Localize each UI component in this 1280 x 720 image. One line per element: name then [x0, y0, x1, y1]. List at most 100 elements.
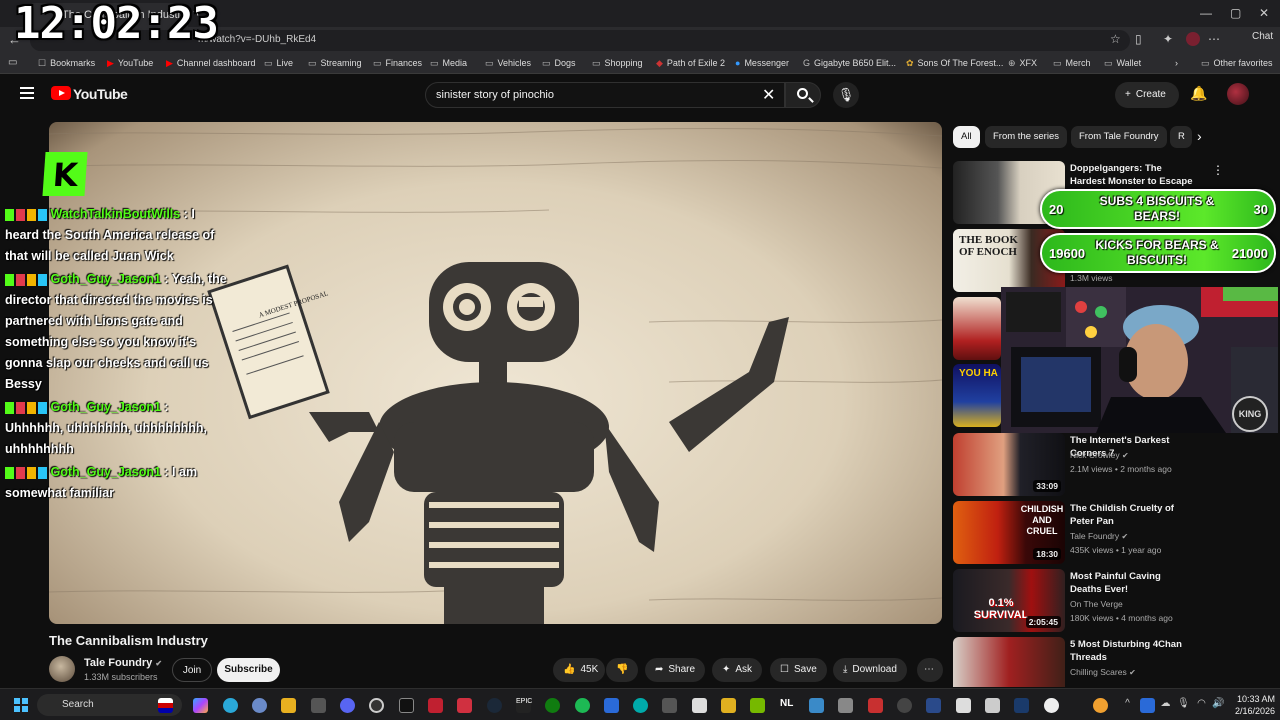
taskbar-clock[interactable]: 10:33 AM 2/16/2026	[1230, 693, 1275, 717]
bookmark-item[interactable]: ▶ Channel dashboard	[166, 58, 255, 69]
recommended-video[interactable]: 0.1% SURVIVAL 2:05:45 Most Painful Cavin…	[953, 569, 1271, 633]
epic-games-icon[interactable]: EPIC	[516, 698, 532, 713]
recommended-video[interactable]: 5 Most Disturbing 4Chan Threads Chilling…	[953, 637, 1271, 687]
video-thumbnail[interactable]	[953, 297, 1001, 360]
file-explorer-icon[interactable]	[281, 698, 296, 713]
extensions-icon[interactable]: ✦	[1163, 32, 1173, 46]
video-thumbnail[interactable]: 0.1% SURVIVAL 2:05:45	[953, 569, 1065, 632]
bookmark-item[interactable]: ▶ YouTube	[107, 58, 153, 69]
chip-from-series[interactable]: From the series	[985, 126, 1067, 148]
bookmark-item[interactable]: ⊕ XFX	[1008, 58, 1037, 69]
subscribe-button[interactable]: Subscribe	[217, 658, 280, 682]
search-button[interactable]	[785, 82, 821, 108]
clear-search-icon[interactable]: ✕	[762, 85, 775, 105]
join-button[interactable]: Join	[172, 658, 212, 682]
bookmark-folder[interactable]: ▭ Shopping	[592, 58, 643, 69]
app-icon[interactable]	[956, 698, 971, 713]
edge-browser-icon[interactable]	[223, 698, 238, 713]
close-window-icon[interactable]: ✕	[1259, 6, 1269, 20]
download-button[interactable]: ⤓ Download	[833, 658, 907, 682]
bookmark-folder[interactable]: ▭ Other favorites	[1201, 58, 1273, 69]
video-thumbnail[interactable]: CHILDISH AND CRUEL 18:30	[953, 501, 1065, 564]
bookmark-folder[interactable]: ▭ Live	[264, 58, 293, 69]
chip-all[interactable]: All	[953, 126, 980, 148]
xbox-icon[interactable]	[545, 698, 560, 713]
network-icon[interactable]: ☁	[1158, 698, 1173, 713]
chevron-right-icon[interactable]: ›	[1197, 128, 1202, 144]
more-icon[interactable]: ⋯	[1208, 32, 1220, 46]
app-icon[interactable]	[428, 698, 443, 713]
app-icon[interactable]	[633, 698, 648, 713]
ask-button[interactable]: ✦ Ask	[712, 658, 763, 682]
bookmark-folder[interactable]: ▭ Merch	[1053, 58, 1091, 69]
youtube-logo-text[interactable]: YouTube	[73, 86, 128, 102]
save-button[interactable]: ☐ Save	[770, 658, 827, 682]
bookmark-folder[interactable]: ▭ Finances	[373, 58, 422, 69]
app-icon[interactable]	[692, 698, 707, 713]
tray-chevron-icon[interactable]: ^	[1120, 698, 1135, 713]
app-icon[interactable]	[662, 698, 677, 713]
wifi-icon[interactable]: ◠	[1194, 698, 1209, 713]
windows-start-icon[interactable]	[14, 698, 28, 712]
share-button[interactable]: ➦ Share	[645, 658, 706, 682]
copilot-icon[interactable]	[193, 698, 208, 713]
video-thumbnail[interactable]: YOU HA	[953, 364, 1001, 427]
steam-icon[interactable]	[487, 698, 502, 713]
bookmark-folder[interactable]: ▭ Vehicles	[485, 58, 531, 69]
rec-channel[interactable]: Chilling Scares ✔	[1070, 667, 1136, 677]
notifications-bell-icon[interactable]: 🔔	[1190, 85, 1207, 102]
tab-actions-icon[interactable]: ▭	[8, 57, 17, 68]
dislike-button[interactable]: 👎	[606, 658, 638, 682]
app-icon[interactable]	[838, 698, 853, 713]
discord-icon[interactable]	[340, 698, 355, 713]
recommended-video[interactable]: CHILDISH AND CRUEL 18:30 The Childish Cr…	[953, 501, 1271, 565]
rec-channel[interactable]: Tale Foundry ✔	[1070, 531, 1128, 541]
app-icon[interactable]	[926, 698, 941, 713]
profile-avatar[interactable]	[1186, 32, 1200, 46]
rec-title[interactable]: Most Painful Caving Deaths Ever!	[1070, 570, 1195, 596]
bookmark-item[interactable]: ● Messenger	[735, 58, 789, 68]
app-icon[interactable]	[1014, 698, 1029, 713]
app-icon[interactable]	[809, 698, 824, 713]
voice-search-button[interactable]: 🎙	[833, 82, 859, 108]
app-icon[interactable]	[985, 698, 1000, 713]
video-thumbnail[interactable]	[953, 637, 1065, 687]
microphone-icon[interactable]: 🎙	[1176, 698, 1191, 713]
like-button[interactable]: 👍 45K	[553, 658, 605, 682]
obs-icon[interactable]	[369, 698, 384, 713]
volume-icon[interactable]: 🔊	[1211, 698, 1226, 713]
create-button[interactable]: + Create	[1115, 82, 1179, 108]
bookmark-folder[interactable]: ▭ Media	[430, 58, 467, 69]
rec-channel[interactable]: On The Verge	[1070, 599, 1123, 609]
maximize-icon[interactable]: ▢	[1230, 6, 1241, 20]
rec-title[interactable]: 5 Most Disturbing 4Chan Threads	[1070, 638, 1195, 664]
rec-channel[interactable]: Nick Crowley ✔	[1070, 450, 1129, 460]
spotify-icon[interactable]	[575, 698, 590, 713]
bookmark-item[interactable]: ◆ Path of Exile 2	[656, 58, 725, 69]
channel-name[interactable]: Tale Foundry ✔	[84, 657, 162, 669]
app-icon[interactable]	[868, 698, 883, 713]
hamburger-menu-icon[interactable]	[20, 87, 34, 99]
app-icon[interactable]	[897, 698, 912, 713]
bookmark-folder[interactable]: ▭ Streaming	[308, 58, 362, 69]
chip-related[interactable]: R	[1170, 126, 1192, 148]
rec-title[interactable]: The Childish Cruelty of Peter Pan	[1070, 502, 1195, 528]
split-screen-icon[interactable]: ▯	[1135, 32, 1142, 46]
more-actions-icon[interactable]: ⋯	[917, 658, 943, 682]
youtube-logo-icon[interactable]	[51, 86, 71, 100]
notification-badge-icon[interactable]	[1093, 698, 1108, 713]
copilot-chat-button[interactable]: Chat	[1232, 31, 1273, 42]
search-input[interactable]: sinister story of pinochio	[425, 82, 785, 108]
more-options-icon[interactable]: ⋮	[1212, 163, 1224, 177]
channel-avatar[interactable]	[49, 656, 75, 682]
bookmark-item[interactable]: ✿ Sons Of The Forest...	[906, 58, 1003, 69]
settings-icon[interactable]	[252, 698, 267, 713]
nvidia-icon[interactable]	[750, 698, 765, 713]
bookmark-item[interactable]: G Gigabyte B650 Elit...	[803, 58, 896, 68]
app-icon[interactable]: NL	[780, 698, 795, 713]
app-icon[interactable]	[311, 698, 326, 713]
rec-title[interactable]: Doppelgangers: The Hardest Monster to Es…	[1070, 162, 1195, 188]
app-icon[interactable]	[721, 698, 736, 713]
recommended-video[interactable]: 33:09 The Internet's Darkest Corners 7 N…	[953, 433, 1271, 497]
chip-from-tale-foundry[interactable]: From Tale Foundry	[1071, 126, 1167, 148]
